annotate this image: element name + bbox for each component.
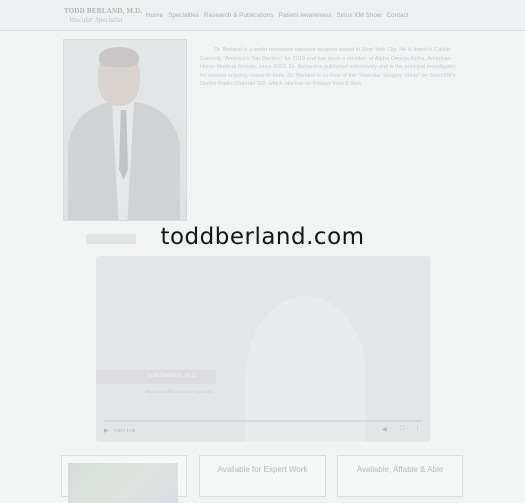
doctor-portrait bbox=[63, 39, 187, 221]
logo-name[interactable]: TODD BERLAND, M.D. bbox=[64, 7, 142, 15]
video-progress-bar[interactable] bbox=[104, 420, 422, 422]
nav-specialties[interactable]: Specialties bbox=[168, 12, 199, 19]
card-available[interactable]: Available, Affable & Able bbox=[337, 455, 463, 497]
nav-sirius-xm-show[interactable]: Sirius XM Show bbox=[336, 12, 381, 19]
more-options-icon[interactable]: ⋮ bbox=[414, 425, 421, 433]
watermark-text: toddberland.com bbox=[160, 224, 365, 250]
nav-contact[interactable]: Contact bbox=[387, 12, 409, 19]
play-icon[interactable]: ▶ bbox=[104, 427, 109, 434]
card-expert-work-label: Available for Expert Work bbox=[217, 465, 308, 474]
card-image[interactable] bbox=[61, 455, 187, 503]
card-available-label: Available, Affable & Able bbox=[356, 465, 444, 474]
site-header: TODD BERLAND, M.D. Vascular Specialist H… bbox=[0, 0, 525, 31]
nav-home[interactable]: Home bbox=[146, 12, 163, 19]
main-nav: Home Specialties Research & Publications… bbox=[146, 12, 409, 19]
video-title: Todd Berland, M.D. bbox=[146, 373, 198, 379]
bio-paragraph: Dr. Berland is a world renowned vascular… bbox=[200, 47, 456, 88]
portrait-hair bbox=[99, 47, 139, 67]
bio-paragraph-faded bbox=[200, 97, 462, 106]
card-expert-work[interactable]: Available for Expert Work bbox=[199, 455, 326, 497]
video-controls: ▶ 0:00 / 1:00 ◀ ⛶ ⋮ bbox=[96, 418, 430, 442]
nav-patient-awareness[interactable]: Patient Awareness bbox=[279, 12, 332, 19]
video-time: 0:00 / 1:00 bbox=[114, 428, 136, 433]
bio-text: Dr. Berland is a world renowned vascular… bbox=[200, 46, 462, 114]
video-subtitle: Board certified vascular specialist bbox=[146, 389, 213, 394]
volume-icon[interactable]: ◀ bbox=[382, 426, 387, 433]
fullscreen-icon[interactable]: ⛶ bbox=[400, 426, 404, 433]
card-thumbnail bbox=[68, 463, 178, 503]
nav-research-publications[interactable]: Research & Publications bbox=[204, 12, 274, 19]
video-player[interactable]: Todd Berland, M.D. Board certified vascu… bbox=[96, 256, 430, 442]
logo-subtitle: Vascular Specialist bbox=[69, 16, 123, 24]
